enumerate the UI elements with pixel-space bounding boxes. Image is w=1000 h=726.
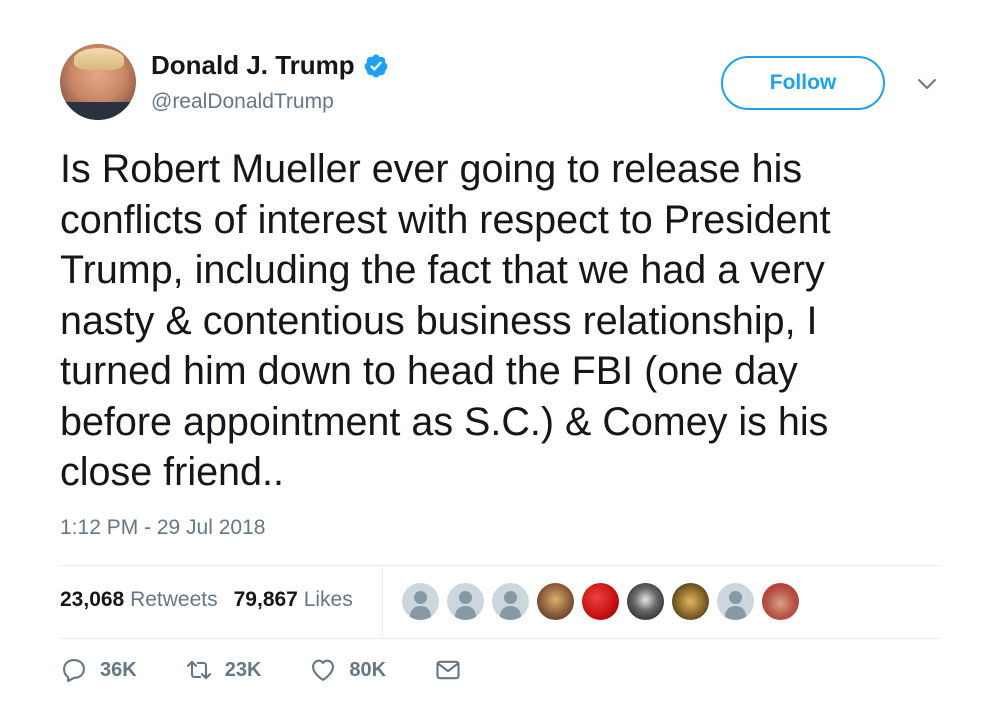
liker-avatar[interactable] xyxy=(717,583,754,620)
envelope-icon xyxy=(436,660,460,680)
avatar-suit-shape xyxy=(60,102,136,120)
avatar-hair-shape xyxy=(74,48,124,70)
liker-avatar[interactable] xyxy=(627,583,664,620)
direct-message-button[interactable] xyxy=(434,656,462,684)
liker-avatar[interactable] xyxy=(537,583,574,620)
liker-avatar[interactable] xyxy=(492,583,529,620)
heart-icon xyxy=(312,659,335,681)
liker-avatars xyxy=(402,583,799,620)
likes-label: Likes xyxy=(303,588,353,611)
retweet-button[interactable]: 23K xyxy=(185,656,262,684)
like-button[interactable]: 80K xyxy=(309,656,386,684)
likes-count: 79,867 xyxy=(233,588,298,611)
reply-button[interactable]: 36K xyxy=(60,656,137,684)
user-handle[interactable]: @realDonaldTrump xyxy=(151,90,334,114)
tweet-stats: 23,068 Retweets 79,867 Likes xyxy=(60,588,353,612)
user-name-row[interactable]: Donald J. Trump xyxy=(151,50,389,81)
profile-avatar[interactable] xyxy=(60,44,136,120)
tweet-timestamp[interactable]: 1:12 PM - 29 Jul 2018 xyxy=(60,516,265,540)
display-name[interactable]: Donald J. Trump xyxy=(151,50,355,81)
retweets-label: Retweets xyxy=(130,588,218,611)
liker-avatar[interactable] xyxy=(672,583,709,620)
liker-avatar[interactable] xyxy=(447,583,484,620)
liker-avatar[interactable] xyxy=(762,583,799,620)
like-count: 80K xyxy=(349,658,387,681)
reply-icon xyxy=(63,659,85,683)
follow-button[interactable]: Follow xyxy=(721,56,885,110)
tweet-actions: 36K 23K 80K xyxy=(60,656,510,684)
retweet-icon xyxy=(186,660,211,680)
stats-divider xyxy=(382,566,383,638)
liker-avatar[interactable] xyxy=(582,583,619,620)
reply-count: 36K xyxy=(100,658,137,681)
divider-bottom xyxy=(60,638,940,639)
tweet-text: Is Robert Mueller ever going to release … xyxy=(60,147,831,494)
liker-avatar[interactable] xyxy=(402,583,439,620)
divider-top xyxy=(60,565,940,566)
retweets-count: 23,068 xyxy=(60,588,125,611)
verified-badge-icon xyxy=(364,54,388,77)
retweets-stat[interactable]: 23,068 Retweets xyxy=(60,588,218,612)
chevron-down-icon[interactable] xyxy=(915,72,939,96)
likes-stat[interactable]: 79,867 Likes xyxy=(234,588,353,612)
retweet-count: 23K xyxy=(224,658,262,681)
